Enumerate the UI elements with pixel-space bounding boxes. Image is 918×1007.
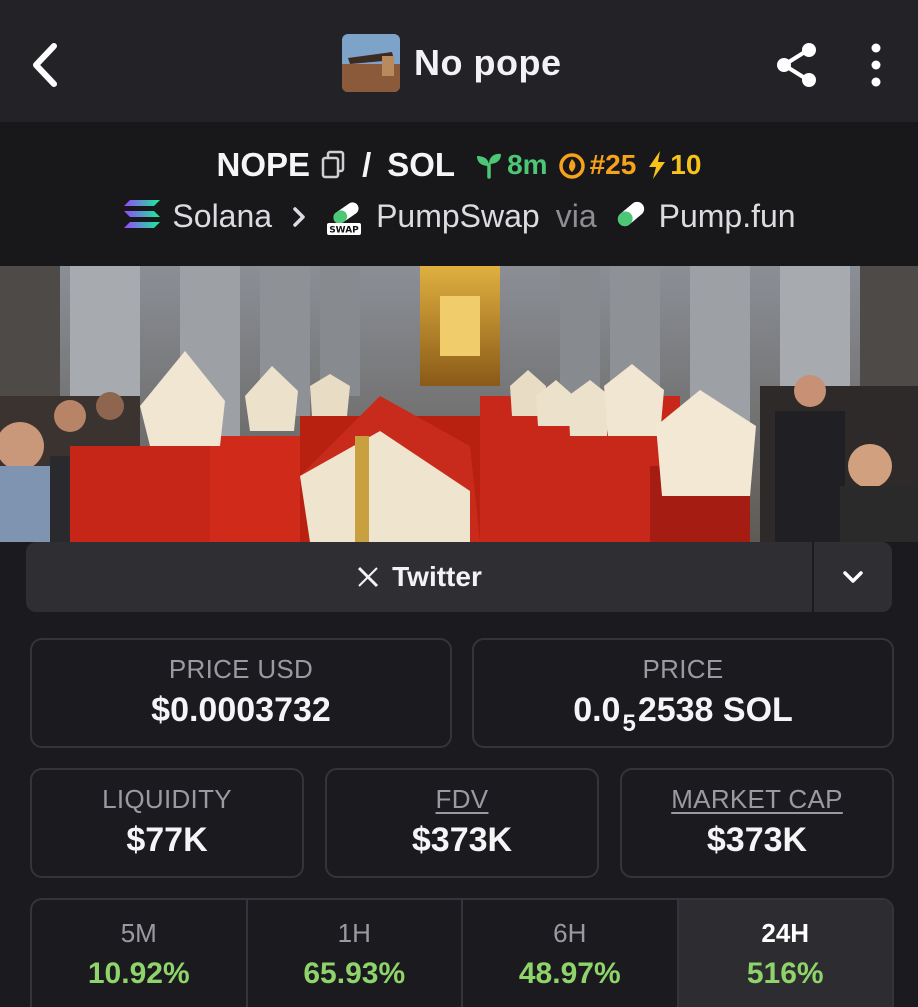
tab-6h[interactable]: 6H 48.97% [463, 900, 679, 1007]
period-label: 24H [761, 918, 810, 948]
token-avatar [342, 34, 400, 92]
flame-icon [558, 153, 585, 179]
price-native-zero-count: 5 [622, 710, 636, 737]
liquidity-label: LIQUIDITY [102, 784, 232, 814]
price-native-card: PRICE 0.052538 SOL [472, 638, 894, 748]
token-banner-image [0, 266, 918, 542]
change-value: 65.93% [303, 957, 406, 990]
boost-count: 10 [670, 149, 702, 180]
route-line: Solana SWAP PumpSwap via Pump.fun [0, 196, 918, 237]
price-native-suffix: 2538 SOL [637, 691, 793, 729]
pumpfun-icon [613, 196, 649, 237]
token-title: No pope [342, 34, 561, 92]
pair-separator: / [362, 146, 372, 183]
copy-icon[interactable] [320, 150, 346, 180]
more-vertical-icon [871, 43, 881, 87]
page-title: No pope [414, 42, 562, 83]
trending-rank: #25 [589, 149, 637, 180]
solana-icon [122, 197, 162, 236]
x-logo-icon [358, 566, 379, 588]
price-usd-card: PRICE USD $0.0003732 [30, 638, 452, 748]
twitter-label: Twitter [392, 561, 482, 592]
period-label: 1H [337, 918, 371, 948]
via-label: via [555, 198, 597, 234]
chevron-left-icon [33, 43, 57, 87]
change-value: 516% [746, 957, 824, 990]
launchpad-link[interactable]: Pump.fun [659, 198, 796, 235]
lightning-icon [649, 151, 666, 179]
chevron-right-icon [293, 206, 305, 227]
boost-badge[interactable]: 10 [646, 149, 701, 181]
trending-rank-badge[interactable]: #25 [558, 149, 637, 181]
quote-symbol: SOL [387, 146, 456, 183]
fdv-value: $373K [411, 821, 513, 859]
pair-age-badge: 8m [475, 149, 548, 181]
price-change-tabs: 5M 10.92% 1H 65.93% 6H 48.97% 24H 516% [30, 898, 894, 1007]
period-label: 5M [120, 918, 157, 948]
change-value: 48.97% [518, 957, 621, 990]
tab-24h[interactable]: 24H 516% [678, 900, 892, 1007]
price-native-prefix: 0.0 [573, 691, 621, 729]
market-cap-label[interactable]: MARKET CAP [622, 784, 892, 815]
price-native-value: 0.052538 SOL [474, 691, 892, 738]
chevron-down-icon [843, 571, 863, 583]
price-usd-value: $0.0003732 [151, 691, 331, 729]
tab-1h[interactable]: 1H 65.93% [248, 900, 463, 1007]
period-label: 6H [553, 918, 587, 948]
twitter-button[interactable]: Twitter [26, 542, 812, 612]
swap-badge-text: SWAP [329, 225, 359, 235]
fdv-card[interactable]: FDV $373K [325, 768, 599, 878]
share-icon [777, 43, 816, 87]
price-usd-label: PRICE USD [168, 654, 314, 684]
change-value: 10.92% [87, 957, 190, 990]
fdv-label[interactable]: FDV [327, 784, 597, 815]
pair-info [0, 122, 918, 267]
price-native-label: PRICE [642, 654, 724, 684]
share-button[interactable] [772, 38, 822, 92]
pumpswap-icon: SWAP [326, 197, 366, 237]
chain-link[interactable]: Solana [172, 198, 272, 235]
tab-5m[interactable]: 5M 10.92% [32, 900, 248, 1007]
liquidity-value: $77K [126, 821, 208, 859]
liquidity-card: LIQUIDITY $77K [30, 768, 304, 878]
market-cap-card[interactable]: MARKET CAP $373K [620, 768, 894, 878]
sprout-icon [477, 153, 502, 179]
socials-dropdown-button[interactable] [814, 542, 892, 612]
top-app-bar: No pope [0, 0, 918, 122]
base-symbol: NOPE [216, 146, 311, 183]
pair-line: NOPE / SOL 8m #25 10 [0, 146, 918, 184]
back-button[interactable] [24, 38, 68, 92]
pair-age: 8m [507, 149, 548, 180]
dex-link[interactable]: PumpSwap [376, 198, 540, 235]
more-options-button[interactable] [858, 40, 894, 90]
market-cap-value: $373K [706, 821, 808, 859]
